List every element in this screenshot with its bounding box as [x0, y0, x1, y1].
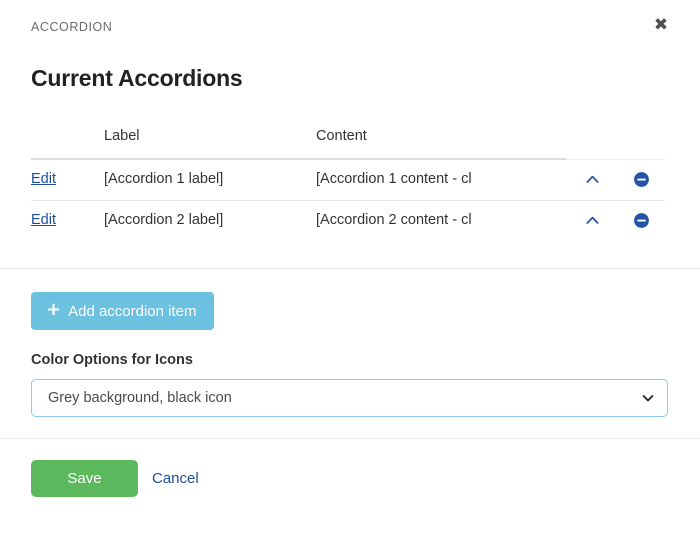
cell-content: [Accordion 1 content - cl: [316, 159, 566, 200]
color-options-select-wrapper: Grey background, black icon: [31, 379, 668, 417]
add-accordion-item-button[interactable]: + Add accordion item: [31, 292, 214, 330]
column-header-content: Content: [316, 128, 566, 159]
save-button[interactable]: Save: [31, 460, 138, 497]
column-header-move: [566, 128, 618, 159]
column-header-label: Label: [104, 128, 316, 159]
page-title: Current Accordions: [31, 65, 243, 92]
column-header-edit: [31, 128, 104, 159]
breadcrumb: ACCORDION: [31, 20, 112, 34]
close-icon[interactable]: ✖: [649, 13, 673, 37]
chevron-up-icon[interactable]: [584, 212, 601, 229]
accordion-modal: ACCORDION ✖ Current Accordions Label Con…: [0, 0, 700, 533]
cell-label: [Accordion 1 label]: [104, 159, 316, 200]
cell-remove: [618, 159, 665, 200]
edit-link[interactable]: Edit: [31, 212, 56, 228]
cancel-button[interactable]: Cancel: [152, 470, 199, 487]
table-row: Edit [Accordion 2 label] [Accordion 2 co…: [31, 200, 665, 241]
color-options-select[interactable]: Grey background, black icon: [31, 379, 668, 417]
table-header-row: Label Content: [31, 128, 665, 159]
accordions-table: Label Content Edit [Accordion 1 label] […: [31, 128, 665, 241]
section-divider: [0, 268, 700, 269]
cell-label: [Accordion 2 label]: [104, 200, 316, 241]
cell-move-up: [566, 159, 618, 200]
cell-move-up: [566, 200, 618, 241]
modal-header: ACCORDION ✖: [0, 0, 700, 48]
table-body: Edit [Accordion 1 label] [Accordion 1 co…: [31, 159, 665, 241]
cell-edit: Edit: [31, 159, 104, 200]
plus-icon: +: [46, 301, 61, 319]
chevron-up-icon[interactable]: [584, 171, 601, 188]
table-row: Edit [Accordion 1 label] [Accordion 1 co…: [31, 159, 665, 200]
cell-remove: [618, 200, 665, 241]
cell-edit: Edit: [31, 200, 104, 241]
minus-circle-icon[interactable]: [633, 212, 650, 229]
footer-divider: [0, 438, 700, 439]
add-accordion-item-label: Add accordion item: [68, 304, 196, 319]
table-head: Label Content: [31, 128, 665, 159]
color-options-label: Color Options for Icons: [31, 352, 193, 368]
minus-circle-icon[interactable]: [633, 171, 650, 188]
cell-content: [Accordion 2 content - cl: [316, 200, 566, 241]
edit-link[interactable]: Edit: [31, 171, 56, 187]
column-header-remove: [618, 128, 665, 159]
accordions-table-wrapper: Label Content Edit [Accordion 1 label] […: [31, 128, 665, 241]
